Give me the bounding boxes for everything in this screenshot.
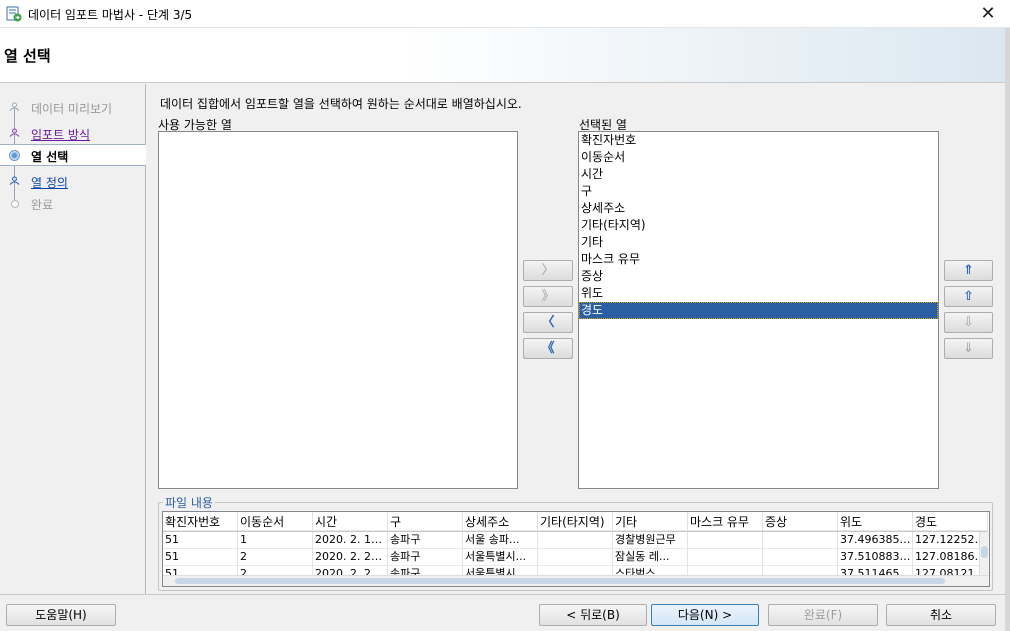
table-cell: 2020. 2. 20.... [313, 549, 388, 566]
table-row: 51 2 2020. 2. 20.... 송파구 서울특별시... 잠실동 레.… [163, 549, 988, 566]
table-cell: 송파구 [388, 532, 463, 549]
help-button[interactable]: 도움말(H) [6, 604, 116, 626]
list-item[interactable]: 기타(타지역) [579, 217, 938, 234]
file-preview-table[interactable]: 확진자번호 이동순서 시간 구 상세주소 기타(타지역) 기타 마스크 유무 증… [162, 511, 990, 587]
list-item[interactable]: 구 [579, 183, 938, 200]
step-label: 완료 [31, 198, 54, 212]
import-wizard-icon [6, 6, 22, 22]
table-cell: 서울특별시... [463, 549, 538, 566]
list-item[interactable]: 증상 [579, 268, 938, 285]
file-content-legend: 파일 내용 [163, 494, 215, 511]
table-cell: 2 [238, 549, 313, 566]
step-column-define[interactable]: 열 정의 [0, 171, 146, 193]
available-columns-list[interactable] [158, 131, 518, 489]
pending-step-icon [11, 200, 19, 208]
column-header[interactable]: 마스크 유무 [688, 512, 763, 531]
person-step-icon [9, 128, 20, 138]
add-all-columns-button[interactable]: 》 [523, 286, 573, 307]
column-header[interactable]: 위도 [838, 512, 913, 531]
column-header[interactable]: 증상 [763, 512, 838, 531]
window-title: 데이터 임포트 마법사 - 단계 3/5 [28, 8, 193, 22]
move-up-button[interactable]: ⇧ [944, 286, 993, 307]
column-header[interactable]: 구 [388, 512, 463, 531]
table-cell [688, 549, 763, 566]
column-header[interactable]: 시간 [313, 512, 388, 531]
vertical-scrollbar[interactable] [979, 532, 989, 576]
table-cell: 127.0818673 [913, 549, 988, 566]
selected-columns-list[interactable]: 확진자번호 이동순서 시간 구 상세주소 기타(타지역) 기타 마스크 유무 증… [578, 131, 939, 489]
table-cell: 경찰병원근무 [613, 532, 688, 549]
table-cell: 잠실동 레... [613, 549, 688, 566]
step-label: 데이터 미리보기 [31, 102, 113, 116]
step-import-method[interactable]: 임포트 방식 [0, 123, 146, 145]
table-cell: 51 [163, 532, 238, 549]
remove-column-button[interactable]: 〈 [523, 312, 573, 333]
finish-button[interactable]: 완료(F) [768, 604, 878, 626]
person-step-icon [9, 102, 20, 112]
wizard-steps: 데이터 미리보기 임포트 방식 열 선택 열 정의 완료 [0, 84, 146, 594]
instruction-text: 데이터 집합에서 임포트할 열을 선택하여 원하는 순서대로 배열하십시오. [160, 97, 522, 111]
table-cell: 51 [163, 549, 238, 566]
footer-divider [0, 594, 1006, 595]
column-header[interactable]: 이동순서 [238, 512, 313, 531]
window-edge [1005, 28, 1010, 631]
table-cell: 2020. 2. 19.... [313, 532, 388, 549]
list-item[interactable]: 확진자번호 [579, 132, 938, 149]
scroll-thumb[interactable] [981, 546, 988, 558]
back-button[interactable]: < 뒤로(B) [539, 604, 647, 626]
table-header-row: 확진자번호 이동순서 시간 구 상세주소 기타(타지역) 기타 마스크 유무 증… [163, 512, 988, 532]
scroll-thumb[interactable] [175, 578, 945, 584]
wizard-header: 열 선택 [0, 28, 1006, 83]
table-cell [538, 549, 613, 566]
table-cell [538, 532, 613, 549]
list-item[interactable]: 위도 [579, 285, 938, 302]
list-item[interactable]: 이동순서 [579, 149, 938, 166]
table-cell: 127.1225211 [913, 532, 988, 549]
horizontal-scrollbar[interactable] [163, 575, 989, 586]
table-cell [763, 532, 838, 549]
add-column-button[interactable]: 〉 [523, 260, 573, 281]
step-data-preview: 데이터 미리보기 [0, 97, 146, 119]
move-to-top-button[interactable]: ⇑ [944, 260, 993, 281]
list-item[interactable]: 마스크 유무 [579, 251, 938, 268]
table-cell [688, 532, 763, 549]
table-cell: 송파구 [388, 549, 463, 566]
list-item-selected[interactable]: 경도 [579, 302, 938, 319]
step-column-select: 열 선택 [0, 144, 146, 166]
table-cell: 서울 송파... [463, 532, 538, 549]
column-header[interactable]: 상세주소 [463, 512, 538, 531]
table-cell: 37.51088356 [838, 549, 913, 566]
page-title: 열 선택 [4, 47, 51, 65]
column-header[interactable]: 기타(타지역) [538, 512, 613, 531]
list-item[interactable]: 시간 [579, 166, 938, 183]
list-item[interactable]: 상세주소 [579, 200, 938, 217]
current-step-icon [9, 150, 20, 161]
remove-all-columns-button[interactable]: 《 [523, 338, 573, 359]
column-header[interactable]: 기타 [613, 512, 688, 531]
preview-grid: 확진자번호 이동순서 시간 구 상세주소 기타(타지역) 기타 마스크 유무 증… [163, 512, 988, 583]
step-label: 열 선택 [31, 150, 69, 164]
move-down-button[interactable]: ⇩ [944, 312, 993, 333]
table-row: 51 1 2020. 2. 19.... 송파구 서울 송파... 경찰병원근무… [163, 532, 988, 549]
column-header[interactable]: 경도 [913, 512, 988, 531]
step-finish: 완료 [0, 193, 146, 215]
table-cell [763, 549, 838, 566]
move-to-bottom-button[interactable]: ⇓ [944, 338, 993, 359]
table-cell: 37.49638571 [838, 532, 913, 549]
table-cell: 1 [238, 532, 313, 549]
step-label[interactable]: 임포트 방식 [31, 126, 90, 143]
person-step-icon [9, 176, 20, 186]
column-header[interactable]: 확진자번호 [163, 512, 238, 531]
cancel-button[interactable]: 취소 [886, 604, 996, 626]
next-button[interactable]: 다음(N) > [651, 604, 759, 626]
list-item[interactable]: 기타 [579, 234, 938, 251]
close-icon[interactable]: ✕ [976, 2, 1000, 26]
title-bar: 데이터 임포트 마법사 - 단계 3/5 ✕ [0, 0, 1010, 28]
step-label[interactable]: 열 정의 [31, 174, 68, 191]
